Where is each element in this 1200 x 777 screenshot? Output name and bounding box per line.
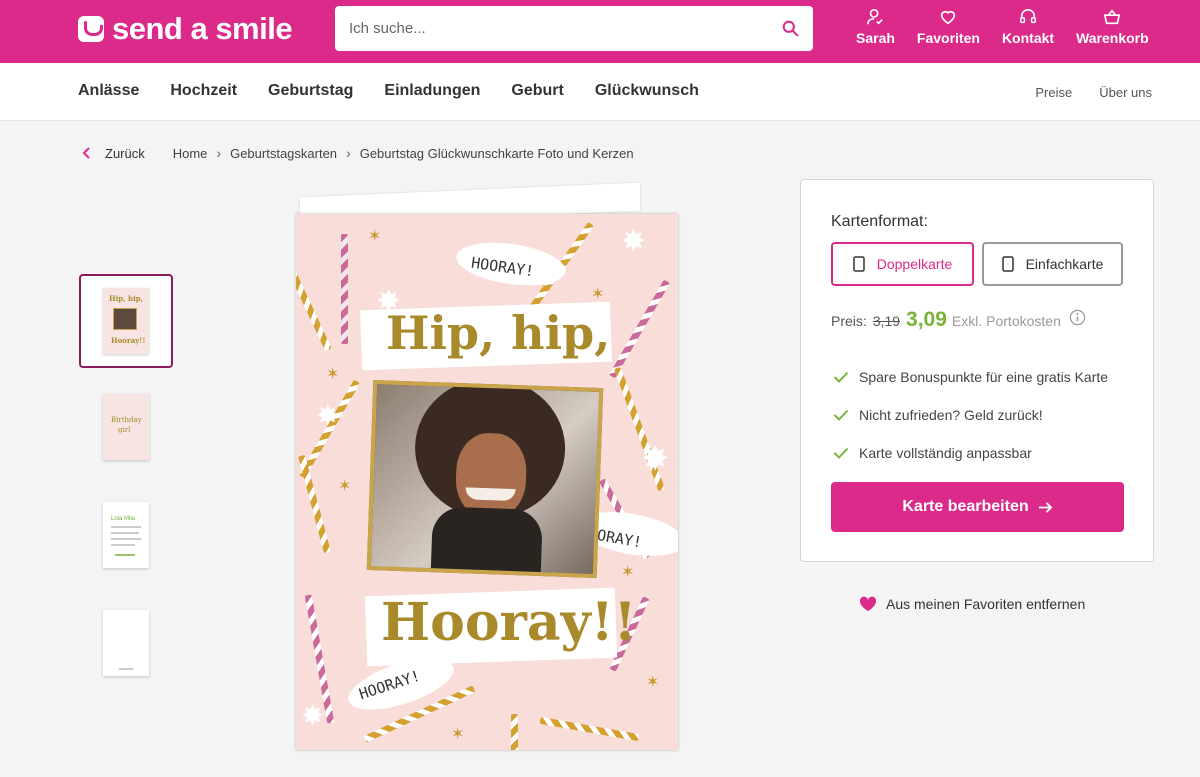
headset-icon — [1020, 8, 1036, 24]
card-icon — [1001, 256, 1014, 272]
logo[interactable]: send a smile — [78, 11, 293, 46]
nav-item-anlaesse[interactable]: Anlässe — [78, 82, 139, 100]
purchase-panel: Kartenformat: Doppelkarte Einfachkarte P… — [800, 179, 1154, 562]
candle-decoration — [511, 714, 518, 750]
old-price: 3,19 — [872, 313, 901, 329]
usp-text: Karte vollständig anpassbar — [859, 445, 1032, 461]
star-decoration: ✶ — [451, 726, 465, 743]
account-label: Sarah — [856, 30, 895, 46]
check-icon — [833, 447, 849, 459]
chevron-right-icon: › — [216, 145, 222, 161]
thumbnail-image: Lola Mila — [103, 502, 149, 568]
remove-favorite-label: Aus meinen Favoriten entfernen — [886, 596, 1086, 612]
format-option-label: Doppelkarte — [876, 256, 953, 272]
breadcrumb: Zurück Home › Geburtstagskarten › Geburt… — [82, 145, 634, 161]
contact-label: Kontakt — [1001, 30, 1055, 46]
nav-item-geburt[interactable]: Geburt — [511, 82, 563, 100]
nav-item-hochzeit[interactable]: Hochzeit — [170, 82, 237, 100]
search-input[interactable] — [349, 6, 769, 51]
chevron-left-icon — [82, 147, 90, 159]
candle-decoration — [608, 279, 671, 379]
usp-item: Karte vollständig anpassbar — [833, 445, 1032, 461]
edit-card-button[interactable]: Karte bearbeiten — [831, 482, 1124, 532]
star-decoration: ✶ — [368, 228, 382, 245]
format-option-doppelkarte[interactable]: Doppelkarte — [831, 242, 974, 286]
card-title-line1: Hip, hip, — [386, 306, 611, 360]
remove-favorite-link[interactable]: Aus meinen Favoriten entfernen — [859, 596, 1085, 612]
check-icon — [833, 409, 849, 421]
price-label: Preis: — [831, 313, 867, 329]
logo-icon — [78, 16, 104, 42]
star-decoration: ✸ — [316, 400, 340, 431]
breadcrumb-current: Geburtstag Glückwunschkarte Foto und Ker… — [359, 145, 634, 161]
edit-card-label: Karte bearbeiten — [902, 498, 1029, 515]
nav-item-geburtstag[interactable]: Geburtstag — [268, 82, 353, 100]
format-option-label: Einfachkarte — [1025, 256, 1104, 272]
candle-decoration — [296, 266, 332, 352]
card-title-line2: Hooray!! — [381, 592, 637, 653]
contact-link[interactable]: Kontakt — [991, 8, 1065, 54]
star-decoration: ✸ — [641, 440, 670, 478]
usp-item: Nicht zufrieden? Geld zurück! — [833, 407, 1043, 423]
card-preview: HOORAY! OORAY! HOORAY! Hip, hip, Hooray!… — [296, 214, 678, 750]
price-row: Preis: 3,19 3,09 Exkl. Portokosten — [831, 308, 1061, 332]
back-link[interactable]: Zurück — [82, 146, 145, 161]
star-decoration: ✶ — [646, 674, 660, 691]
breadcrumb-category[interactable]: Geburtstagskarten — [230, 146, 337, 161]
search-icon[interactable] — [782, 20, 799, 37]
nav-item-einladungen[interactable]: Einladungen — [384, 82, 480, 100]
thumbnail-image: Birthday girl — [103, 394, 149, 460]
format-label: Kartenformat: — [831, 213, 928, 230]
thumbnail-back[interactable] — [79, 596, 173, 690]
thumbnail-inside-left[interactable]: Birthday girl — [79, 380, 173, 474]
info-icon[interactable] — [1069, 309, 1086, 326]
candle-decoration — [298, 454, 331, 554]
candle-decoration — [539, 716, 640, 742]
star-decoration: ✸ — [301, 700, 325, 731]
star-decoration: ✶ — [621, 564, 635, 581]
nav-item-preise[interactable]: Preise — [1035, 85, 1072, 100]
main-nav: Anlässe Hochzeit Geburtstag Einladungen … — [0, 63, 1200, 121]
check-icon — [833, 371, 849, 383]
usp-item: Spare Bonuspunkte für eine gratis Karte — [833, 369, 1108, 385]
usp-text: Spare Bonuspunkte für eine gratis Karte — [859, 369, 1109, 385]
back-label: Zurück — [105, 145, 145, 161]
heart-icon — [859, 596, 877, 612]
thumbnail-inside-right[interactable]: Lola Mila — [79, 488, 173, 582]
shipping-note: Exkl. Portokosten — [951, 313, 1061, 329]
card-photo — [366, 380, 604, 578]
star-decoration: ✶ — [591, 286, 605, 303]
nav-item-glueckwunsch[interactable]: Glückwunsch — [595, 82, 699, 100]
star-decoration: ✸ — [621, 225, 647, 258]
usp-text: Nicht zufrieden? Geld zurück! — [859, 407, 1043, 423]
thumbnail-image — [103, 610, 149, 676]
nav-item-ueber-uns[interactable]: Über uns — [1099, 85, 1152, 100]
current-price: 3,09 — [906, 308, 947, 331]
cart-label: Warenkorb — [1076, 30, 1149, 46]
star-decoration: ✶ — [338, 478, 352, 495]
thumbnail-front[interactable]: Hip, hip, Hooray!! — [79, 274, 173, 368]
format-option-einfachkarte[interactable]: Einfachkarte — [982, 242, 1123, 286]
account-link[interactable]: Sarah — [845, 8, 906, 54]
thumbnail-image: Hip, hip, Hooray!! — [103, 288, 149, 354]
search-box — [335, 6, 813, 51]
card-icon — [853, 256, 865, 272]
top-header: send a smile Sarah Favoriten Kontakt War… — [0, 0, 1200, 63]
arrow-right-icon — [1038, 501, 1053, 513]
star-decoration: ✶ — [326, 366, 340, 383]
chevron-right-icon: › — [346, 145, 351, 161]
logo-text: send a smile — [112, 11, 293, 46]
favorites-label: Favoriten — [916, 30, 980, 46]
basket-icon — [1104, 9, 1121, 25]
cart-link[interactable]: Warenkorb — [1065, 8, 1160, 54]
candle-decoration — [341, 234, 348, 344]
star-decoration: ✸ — [376, 285, 402, 318]
breadcrumb-home[interactable]: Home — [173, 146, 208, 161]
favorites-link[interactable]: Favoriten — [906, 8, 991, 54]
user-icon — [867, 8, 884, 25]
heart-icon — [941, 10, 956, 25]
